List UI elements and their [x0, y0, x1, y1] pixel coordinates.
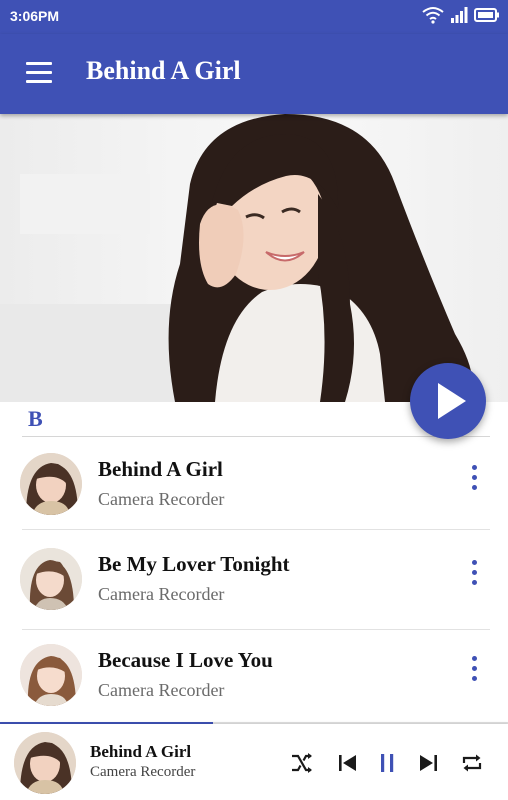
song-thumbnail: [20, 644, 82, 706]
section-letter: B: [28, 406, 43, 431]
song-artist: Camera Recorder: [98, 680, 225, 700]
hero-image: [0, 114, 508, 402]
skip-next-icon: [420, 755, 437, 771]
wifi-icon: [422, 7, 444, 24]
pause-icon: [381, 754, 394, 772]
list-item[interactable]: Behind A Girl Camera Recorder: [0, 437, 508, 531]
mini-player: Behind A Girl Camera Recorder: [0, 724, 508, 800]
next-button[interactable]: [416, 752, 440, 774]
song-thumbnail: [20, 548, 82, 610]
player-thumbnail[interactable]: [14, 732, 76, 794]
list-item[interactable]: Because I Love You Camera Recorder: [0, 628, 508, 722]
player-song-title: Behind A Girl: [90, 742, 192, 761]
status-bar: 3:06PM: [0, 0, 508, 34]
list-divider: [22, 529, 490, 530]
repeat-icon: [462, 754, 482, 772]
hero-photo: [0, 114, 473, 402]
song-title: Be My Lover Tonight: [98, 552, 290, 576]
more-vert-icon[interactable]: [462, 656, 486, 690]
app-bar: Behind A Girl: [0, 34, 508, 114]
previous-button[interactable]: [336, 752, 360, 774]
song-thumbnail: [20, 453, 82, 515]
player-song-artist: Camera Recorder: [90, 764, 196, 780]
list-item[interactable]: Be My Lover Tonight Camera Recorder: [0, 532, 508, 626]
app-title: Behind A Girl: [86, 56, 241, 85]
song-artist: Camera Recorder: [98, 584, 225, 604]
skip-previous-icon: [339, 755, 356, 771]
pause-button[interactable]: [376, 752, 400, 774]
song-artist: Camera Recorder: [98, 489, 225, 509]
song-title: Because I Love You: [98, 648, 273, 672]
song-title: Behind A Girl: [98, 457, 223, 481]
repeat-button[interactable]: [460, 752, 484, 774]
play-icon: [438, 383, 466, 419]
status-time: 3:06PM: [10, 8, 60, 24]
shuffle-button[interactable]: [290, 752, 314, 774]
status-icons: [422, 6, 500, 24]
more-vert-icon[interactable]: [462, 560, 486, 594]
play-button[interactable]: [410, 363, 486, 439]
menu-icon[interactable]: [26, 62, 52, 84]
signal-icon: [451, 7, 468, 23]
battery-icon: [474, 8, 499, 22]
more-vert-icon[interactable]: [462, 465, 486, 499]
shuffle-icon: [292, 753, 312, 773]
